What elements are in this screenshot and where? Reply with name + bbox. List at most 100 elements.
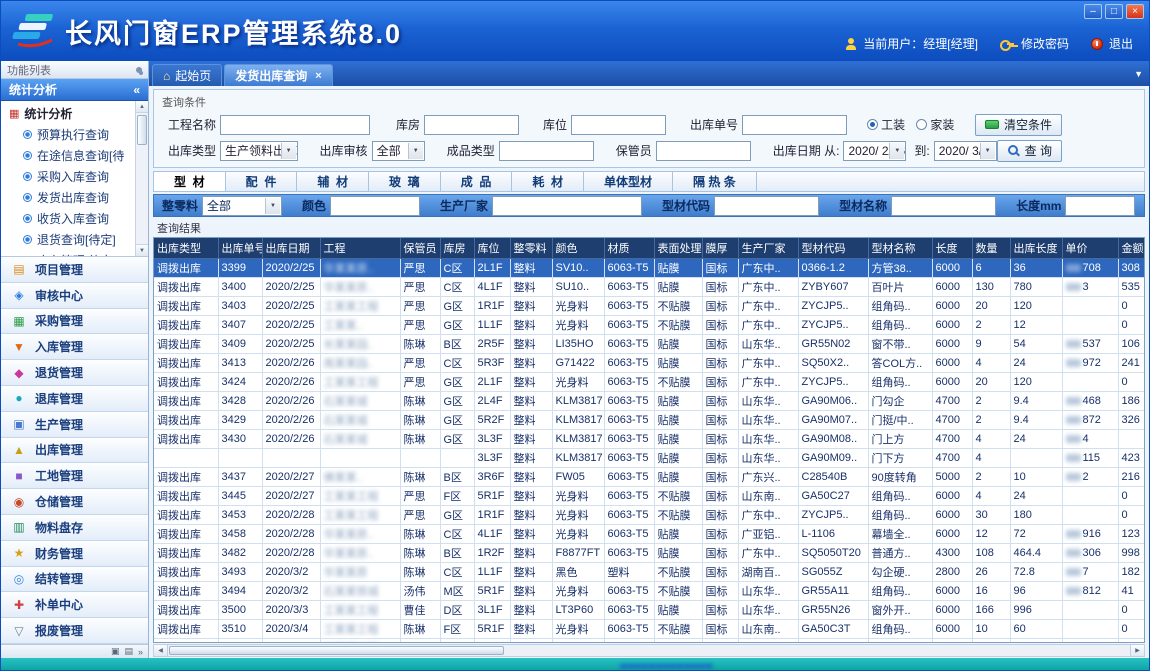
sidebar-item-结转管理[interactable]: ◎结转管理 xyxy=(1,567,148,593)
table-row[interactable]: 调拨出库33992020/2/25华某某原..严思C区2L1F整料SV10..6… xyxy=(154,258,1145,277)
table-row[interactable]: 调拨出库34132020/2/26南某某园..严思C区5R3F整料G714226… xyxy=(154,353,1145,372)
radio-jiazhuang[interactable] xyxy=(916,119,927,130)
tree-item[interactable]: 采购入库查询 xyxy=(1,166,148,187)
table-row[interactable]: 调拨出库34032020/2/25工某某工程严思G区1R1F整料光身料6063-… xyxy=(154,296,1145,315)
table-row[interactable]: 调拨出库34822020/2/28华某某原..陈琳B区1R2F整料F8877FT… xyxy=(154,543,1145,562)
table-row[interactable]: 调拨出库35112020/3/4工某某工程陈琳F区1L2F整料光身料6063-T… xyxy=(154,638,1145,643)
table-row[interactable]: 调拨出库35002020/3/3工某某工程曹佳D区3L1F整料LT3P60606… xyxy=(154,600,1145,619)
maximize-button[interactable]: □ xyxy=(1105,4,1123,19)
clear-conditions-button[interactable]: 清空条件 xyxy=(975,114,1062,136)
sidebar-item-出库管理[interactable]: ▲出库管理 xyxy=(1,438,148,464)
table-row[interactable]: 调拨出库34002020/2/25华某某原..严思C区4L1F整料SU10..6… xyxy=(154,277,1145,296)
sidebar-item-审核中心[interactable]: ◈审核中心 xyxy=(1,283,148,309)
sidebar-item-物料盘存[interactable]: ▥物料盘存 xyxy=(1,515,148,541)
table-row[interactable]: 调拨出库34452020/2/27工某某工程严思F区5R1F整料光身料6063-… xyxy=(154,486,1145,505)
manufacturer-input[interactable] xyxy=(492,196,642,216)
material-tab[interactable]: 配 件 xyxy=(226,172,298,191)
tab-close-icon[interactable]: × xyxy=(315,70,321,82)
material-tab[interactable]: 玻 璃 xyxy=(369,172,441,191)
table-row[interactable]: 调拨出库35102020/3/4工某某工程陈琳F区5R1F整料光身料6063-T… xyxy=(154,619,1145,638)
profile-name-input[interactable] xyxy=(891,196,996,216)
footer-icon-2[interactable]: ▤ xyxy=(124,646,133,657)
sidebar-item-生产管理[interactable]: ▣生产管理 xyxy=(1,412,148,438)
tree-root[interactable]: ▦ 统计分析 xyxy=(1,103,148,124)
warehouse-input[interactable] xyxy=(424,115,519,135)
column-header[interactable]: 颜色 xyxy=(552,238,604,258)
length-mm-input[interactable] xyxy=(1065,196,1135,216)
more-chevron-icon[interactable]: » xyxy=(138,647,143,657)
column-header[interactable]: 出库长度 xyxy=(1010,238,1062,258)
logout-link[interactable]: 退出 xyxy=(1109,35,1133,52)
tree-item[interactable]: 退货查询[待定] xyxy=(1,229,148,250)
table-row[interactable]: 调拨出库34242020/2/26工某某工程严思G区2L1F整料光身料6063-… xyxy=(154,372,1145,391)
scroll-left-icon[interactable]: ◀ xyxy=(154,645,168,656)
change-password-link[interactable]: 修改密码 xyxy=(1021,35,1069,52)
outbound-type-select[interactable]: 生产领料出库 xyxy=(220,141,298,161)
column-header[interactable]: 工程 xyxy=(320,238,400,258)
scrollbar-thumb[interactable] xyxy=(137,115,147,145)
color-input[interactable] xyxy=(330,196,420,216)
date-to-picker[interactable]: 2020/ 3/16 xyxy=(934,141,997,161)
tab-shipment-outbound-query[interactable]: 发货出库查询 × xyxy=(224,64,332,86)
table-row[interactable]: 调拨出库34302020/2/26石某某城陈琳G区3L3F整料KLM381760… xyxy=(154,429,1145,448)
tree-scrollbar[interactable]: ▲ ▼ xyxy=(135,101,148,256)
tab-list-dropdown-icon[interactable]: ▼ xyxy=(1134,69,1143,79)
table-row[interactable]: 调拨出库34092020/2/25长某某园..陈琳B区2R5F整料LI35HO6… xyxy=(154,334,1145,353)
search-button[interactable]: 查 询 xyxy=(997,140,1062,162)
column-header[interactable]: 整零料 xyxy=(510,238,552,258)
tab-home[interactable]: ⌂ 起始页 xyxy=(152,64,222,86)
scroll-up-icon[interactable]: ▲ xyxy=(136,101,148,113)
material-tab[interactable]: 单体型材 xyxy=(584,172,673,191)
minimize-button[interactable]: – xyxy=(1084,4,1102,19)
column-header[interactable]: 表面处理 xyxy=(654,238,702,258)
table-row[interactable]: 调拨出库34942020/3/2石某某铁城汤伟M区5R1F整料光身料6063-T… xyxy=(154,581,1145,600)
column-header[interactable]: 出库日期 xyxy=(262,238,320,258)
material-tab[interactable]: 成 品 xyxy=(441,172,513,191)
order-no-input[interactable] xyxy=(742,115,847,135)
material-tab[interactable]: 型 材 xyxy=(154,172,226,191)
material-tab[interactable]: 耗 材 xyxy=(512,172,584,191)
table-row[interactable]: 调拨出库34532020/2/28工某某工程严思G区1R1F整料光身料6063-… xyxy=(154,505,1145,524)
tree-item[interactable]: 库存管理[待定] xyxy=(1,250,148,257)
material-tab[interactable]: 辅 材 xyxy=(297,172,369,191)
hscroll-thumb[interactable] xyxy=(169,646,504,655)
footer-icon-1[interactable]: ▣ xyxy=(111,646,120,657)
table-row[interactable]: 调拨出库34582020/2/28华某某原..陈琳C区4L1F整料光身料6063… xyxy=(154,524,1145,543)
column-header[interactable]: 膜厚 xyxy=(702,238,738,258)
column-header[interactable]: 型材名称 xyxy=(868,238,932,258)
profile-code-input[interactable] xyxy=(714,196,819,216)
project-name-input[interactable] xyxy=(220,115,370,135)
table-row[interactable]: 调拨出库34282020/2/26石某某城陈琳G区2L4F整料KLM381760… xyxy=(154,391,1145,410)
table-row[interactable]: 调拨出库34072020/2/25工某某..严思G区1L1F整料光身料6063-… xyxy=(154,315,1145,334)
material-tab[interactable]: 隔 热 条 xyxy=(673,172,757,191)
sidebar-item-财务管理[interactable]: ★财务管理 xyxy=(1,541,148,567)
sidebar-item-项目管理[interactable]: ▤项目管理 xyxy=(1,257,148,283)
horizontal-scrollbar[interactable]: ◀ ▶ xyxy=(153,644,1145,657)
sidebar-item-仓储管理[interactable]: ◉仓储管理 xyxy=(1,489,148,515)
collapse-icon[interactable]: « xyxy=(133,83,140,97)
sidebar-item-采购管理[interactable]: ▦采购管理 xyxy=(1,309,148,335)
close-button[interactable]: × xyxy=(1126,4,1144,19)
column-header[interactable]: 库房 xyxy=(440,238,474,258)
column-header[interactable]: 出库单号 xyxy=(218,238,262,258)
table-row[interactable]: 调拨出库34292020/2/26石某某城陈琳G区5R2F整料KLM381760… xyxy=(154,410,1145,429)
column-header[interactable]: 材质 xyxy=(604,238,654,258)
tree-item[interactable]: 发货出库查询 xyxy=(1,187,148,208)
scroll-right-icon[interactable]: ▶ xyxy=(1130,645,1144,656)
sidebar-item-退货管理[interactable]: ◆退货管理 xyxy=(1,360,148,386)
column-header[interactable]: 保管员 xyxy=(400,238,440,258)
pin-icon[interactable] xyxy=(136,67,142,73)
column-header[interactable]: 库位 xyxy=(474,238,510,258)
column-header[interactable]: 数量 xyxy=(972,238,1010,258)
location-input[interactable] xyxy=(571,115,666,135)
sidebar-item-补单中心[interactable]: ✚补单中心 xyxy=(1,592,148,618)
column-header[interactable]: 单价 xyxy=(1062,238,1118,258)
sidebar-item-退库管理[interactable]: ●退库管理 xyxy=(1,386,148,412)
column-header[interactable]: 长度 xyxy=(932,238,972,258)
sidebar-item-报废管理[interactable]: ▽报废管理 xyxy=(1,618,148,644)
column-header[interactable]: 出库类型 xyxy=(154,238,218,258)
outbound-audit-select[interactable]: 全部 xyxy=(372,141,425,161)
tree-item[interactable]: 收货入库查询 xyxy=(1,208,148,229)
tree-item[interactable]: 在途信息查询[待 xyxy=(1,145,148,166)
column-header[interactable]: 生产厂家 xyxy=(738,238,798,258)
